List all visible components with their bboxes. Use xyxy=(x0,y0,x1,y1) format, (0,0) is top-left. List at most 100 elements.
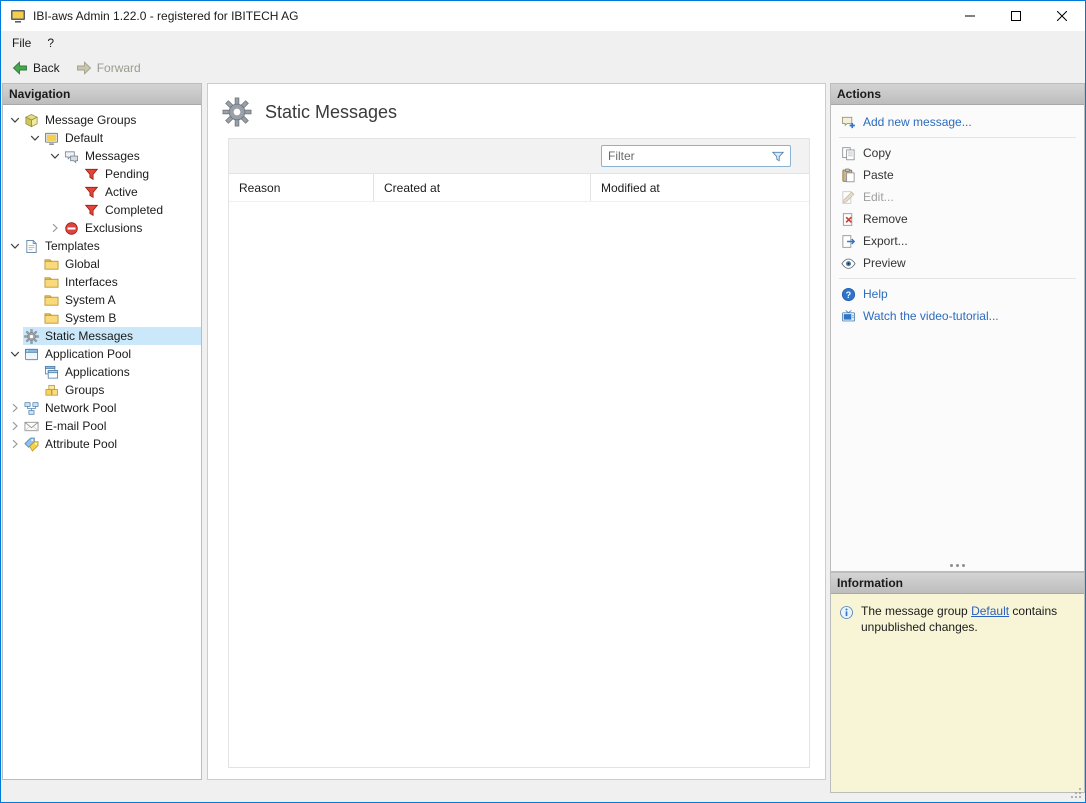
message-groups-icon xyxy=(24,113,39,128)
action-add-new-message[interactable]: Add new message... xyxy=(831,111,1084,133)
tree-item-global[interactable]: Global xyxy=(3,255,201,273)
tree-item-default[interactable]: Default xyxy=(3,129,201,147)
table-body xyxy=(229,202,809,767)
tree-item-label: Applications xyxy=(61,365,134,379)
tree-item-label: Exclusions xyxy=(81,221,146,235)
menu-file[interactable]: File xyxy=(4,33,39,53)
tree-item-static-messages[interactable]: Static Messages xyxy=(3,327,201,345)
chevron-expanded-icon[interactable] xyxy=(7,238,23,254)
action-watch-the-video-tutorial[interactable]: Watch the video-tutorial... xyxy=(831,305,1084,327)
content-area: Navigation Message GroupsDefaultMessages… xyxy=(1,81,1085,793)
tree-item-body: Exclusions xyxy=(63,219,201,237)
chevron-expanded-icon[interactable] xyxy=(7,346,23,362)
remove-icon xyxy=(841,212,856,227)
back-arrow-icon xyxy=(12,60,28,76)
tree-item-body: Attribute Pool xyxy=(23,435,201,453)
tree-item-network-pool[interactable]: Network Pool xyxy=(3,399,201,417)
action-export[interactable]: Export... xyxy=(831,230,1084,252)
info-icon xyxy=(839,605,854,620)
column-header-modified-at[interactable]: Modified at xyxy=(591,174,809,201)
tree-item-exclusions[interactable]: Exclusions xyxy=(3,219,201,237)
tree-item-system-b[interactable]: System B xyxy=(3,309,201,327)
tree-item-body: Global xyxy=(43,255,201,273)
actions-header: Actions xyxy=(831,84,1084,105)
chevron-collapsed-icon[interactable] xyxy=(7,436,23,452)
back-button[interactable]: Back xyxy=(7,57,69,79)
tree-item-body: Completed xyxy=(83,201,201,219)
filter-input[interactable] xyxy=(602,149,766,163)
forward-arrow-icon xyxy=(76,60,92,76)
attribute-pool-icon xyxy=(24,437,39,452)
maximize-button[interactable] xyxy=(993,1,1039,31)
action-copy[interactable]: Copy xyxy=(831,142,1084,164)
tree-item-pending[interactable]: Pending xyxy=(3,165,201,183)
menu-help[interactable]: ? xyxy=(39,33,62,53)
chevron-collapsed-icon[interactable] xyxy=(7,418,23,434)
tree-item-body: System A xyxy=(43,291,201,309)
chevron-placeholder xyxy=(67,184,83,200)
copy-icon xyxy=(841,146,856,161)
tree-item-active[interactable]: Active xyxy=(3,183,201,201)
tree-item-label: Groups xyxy=(61,383,108,397)
tree-item-application-pool[interactable]: Application Pool xyxy=(3,345,201,363)
messages-grid: ReasonCreated atModified at xyxy=(228,138,810,768)
tree-item-label: Templates xyxy=(41,239,104,253)
maximize-icon xyxy=(1011,11,1021,21)
tree-item-applications[interactable]: Applications xyxy=(3,363,201,381)
tree-item-templates[interactable]: Templates xyxy=(3,237,201,255)
folder-icon xyxy=(44,257,59,272)
default-group-link[interactable]: Default xyxy=(971,604,1009,618)
tree-item-body: Network Pool xyxy=(23,399,201,417)
funnel-icon xyxy=(84,203,99,218)
chevron-placeholder xyxy=(27,292,43,308)
application-pool-icon xyxy=(24,347,39,362)
minimize-button[interactable] xyxy=(947,1,993,31)
chevron-collapsed-icon[interactable] xyxy=(47,220,63,236)
column-header-reason[interactable]: Reason xyxy=(229,174,374,201)
action-remove[interactable]: Remove xyxy=(831,208,1084,230)
column-header-created-at[interactable]: Created at xyxy=(374,174,591,201)
action-label: Export... xyxy=(863,234,908,248)
chevron-expanded-icon[interactable] xyxy=(47,148,63,164)
navigation-panel: Navigation Message GroupsDefaultMessages… xyxy=(2,83,202,780)
email-pool-icon xyxy=(24,419,39,434)
chevron-placeholder xyxy=(27,364,43,380)
filter-funnel-icon[interactable] xyxy=(766,149,790,164)
tree-item-label: Static Messages xyxy=(41,329,137,343)
tree-item-completed[interactable]: Completed xyxy=(3,201,201,219)
tree-item-body: Active xyxy=(83,183,201,201)
tree-item-body: Messages xyxy=(63,147,201,165)
action-preview[interactable]: Preview xyxy=(831,252,1084,274)
chevron-expanded-icon[interactable] xyxy=(27,130,43,146)
tree-item-e-mail-pool[interactable]: E-mail Pool xyxy=(3,417,201,435)
chevron-expanded-icon[interactable] xyxy=(7,112,23,128)
forward-button[interactable]: Forward xyxy=(71,57,150,79)
tree-item-system-a[interactable]: System A xyxy=(3,291,201,309)
filter-input-wrapper xyxy=(601,145,791,167)
tree-item-attribute-pool[interactable]: Attribute Pool xyxy=(3,435,201,453)
tree-item-messages[interactable]: Messages xyxy=(3,147,201,165)
actions-panel: Actions Add new message... Copy Paste Edit.… xyxy=(830,83,1085,572)
add-message-icon xyxy=(841,115,856,130)
paste-icon xyxy=(841,168,856,183)
tree-item-message-groups[interactable]: Message Groups xyxy=(3,111,201,129)
action-label: Help xyxy=(863,287,888,301)
tree-item-interfaces[interactable]: Interfaces xyxy=(3,273,201,291)
splitter-dot xyxy=(962,564,965,567)
tree-item-groups[interactable]: Groups xyxy=(3,381,201,399)
splitter-dot xyxy=(950,564,953,567)
tree-item-label: Messages xyxy=(81,149,144,163)
action-paste[interactable]: Paste xyxy=(831,164,1084,186)
chevron-placeholder xyxy=(67,166,83,182)
close-button[interactable] xyxy=(1039,1,1085,31)
action-label: Paste xyxy=(863,168,894,182)
resize-grip-icon[interactable] xyxy=(1070,787,1082,799)
close-icon xyxy=(1057,11,1067,21)
chevron-collapsed-icon[interactable] xyxy=(7,400,23,416)
action-edit[interactable]: Edit... xyxy=(831,186,1084,208)
action-help[interactable]: ?Help xyxy=(831,283,1084,305)
action-label: Watch the video-tutorial... xyxy=(863,309,999,323)
panel-splitter[interactable] xyxy=(831,559,1084,571)
action-label: Copy xyxy=(863,146,891,160)
groups-icon xyxy=(44,383,59,398)
